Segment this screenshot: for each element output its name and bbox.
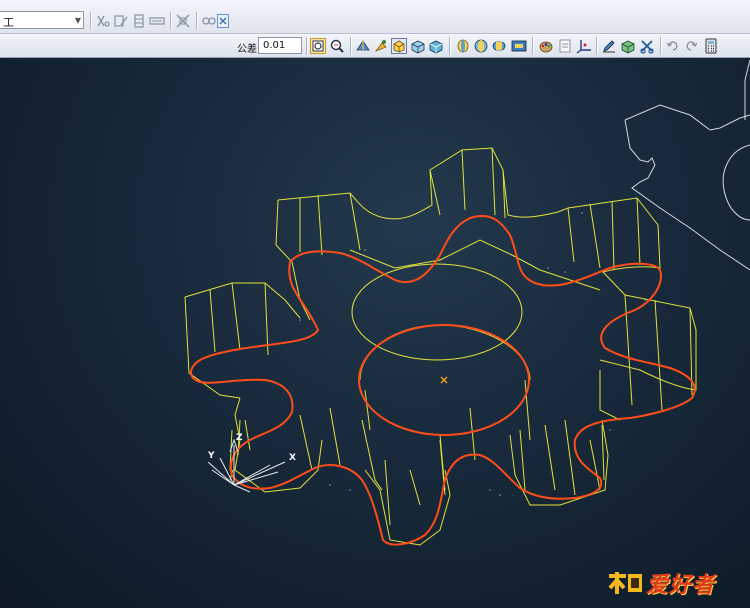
solid-icon[interactable]	[455, 38, 471, 54]
undo-icon[interactable]	[665, 38, 681, 54]
origin-marker	[440, 376, 448, 384]
block-icon[interactable]	[391, 38, 407, 54]
watermark-text: 爱好者	[646, 573, 716, 598]
chevron-down-icon[interactable]: ▼	[75, 16, 81, 25]
toolbar-separator	[532, 37, 533, 55]
view-toolbar: 公差 0.01	[0, 34, 750, 58]
top-toolbar: 工 ▼	[0, 0, 750, 34]
search-icon[interactable]	[329, 38, 345, 54]
toolbar-separator	[449, 37, 450, 55]
toolbar-separator	[170, 12, 171, 30]
calculator-icon[interactable]	[703, 38, 719, 54]
sketch-outline	[624, 59, 750, 131]
box-icon[interactable]	[620, 38, 636, 54]
layer-icon[interactable]	[131, 13, 147, 29]
toolbar-separator	[660, 37, 661, 55]
clip-icon[interactable]	[95, 13, 111, 29]
close-icon[interactable]	[217, 14, 229, 28]
pattern-icon[interactable]	[310, 38, 326, 54]
watermark-logo-icon	[608, 572, 642, 594]
watermark: 爱好者	[606, 568, 715, 598]
link-icon[interactable]	[201, 13, 217, 29]
list-icon[interactable]	[149, 13, 165, 29]
fold-icon[interactable]	[355, 38, 371, 54]
tolerance-value: 0.01	[263, 40, 286, 51]
axis-label-y: Y	[208, 451, 215, 461]
front-view-icon[interactable]	[473, 38, 489, 54]
move-icon[interactable]	[175, 13, 191, 29]
scissor-icon[interactable]	[639, 38, 655, 54]
axis-triad	[207, 438, 286, 493]
toolbar-separator	[306, 37, 307, 55]
axis-label-x: X	[289, 453, 296, 463]
mode-combo-value: 工	[3, 16, 14, 29]
toolbar-separator	[196, 12, 197, 30]
toolbar-separator	[90, 12, 91, 30]
axis-icon[interactable]	[576, 38, 592, 54]
pen-icon[interactable]	[601, 38, 617, 54]
3d-viewport[interactable]: Z Y X	[0, 58, 750, 608]
note-icon[interactable]	[557, 38, 573, 54]
shaded-icon[interactable]	[428, 38, 444, 54]
top-view-icon[interactable]	[511, 38, 527, 54]
edit-icon[interactable]	[113, 13, 129, 29]
palette-icon[interactable]	[538, 38, 554, 54]
tolerance-label: 公差	[237, 44, 257, 55]
tolerance-input[interactable]: 0.01	[258, 37, 302, 54]
gear-wireframe	[184, 59, 750, 546]
redo-icon[interactable]	[683, 38, 699, 54]
axis-label-z: Z	[236, 433, 243, 443]
mode-combo[interactable]: 工 ▼	[0, 11, 84, 29]
toolbar-separator	[350, 37, 351, 55]
toolbar-separator	[596, 37, 597, 55]
tool-icon[interactable]	[373, 38, 389, 54]
side-view-icon[interactable]	[491, 38, 507, 54]
wire-icon[interactable]	[410, 38, 426, 54]
